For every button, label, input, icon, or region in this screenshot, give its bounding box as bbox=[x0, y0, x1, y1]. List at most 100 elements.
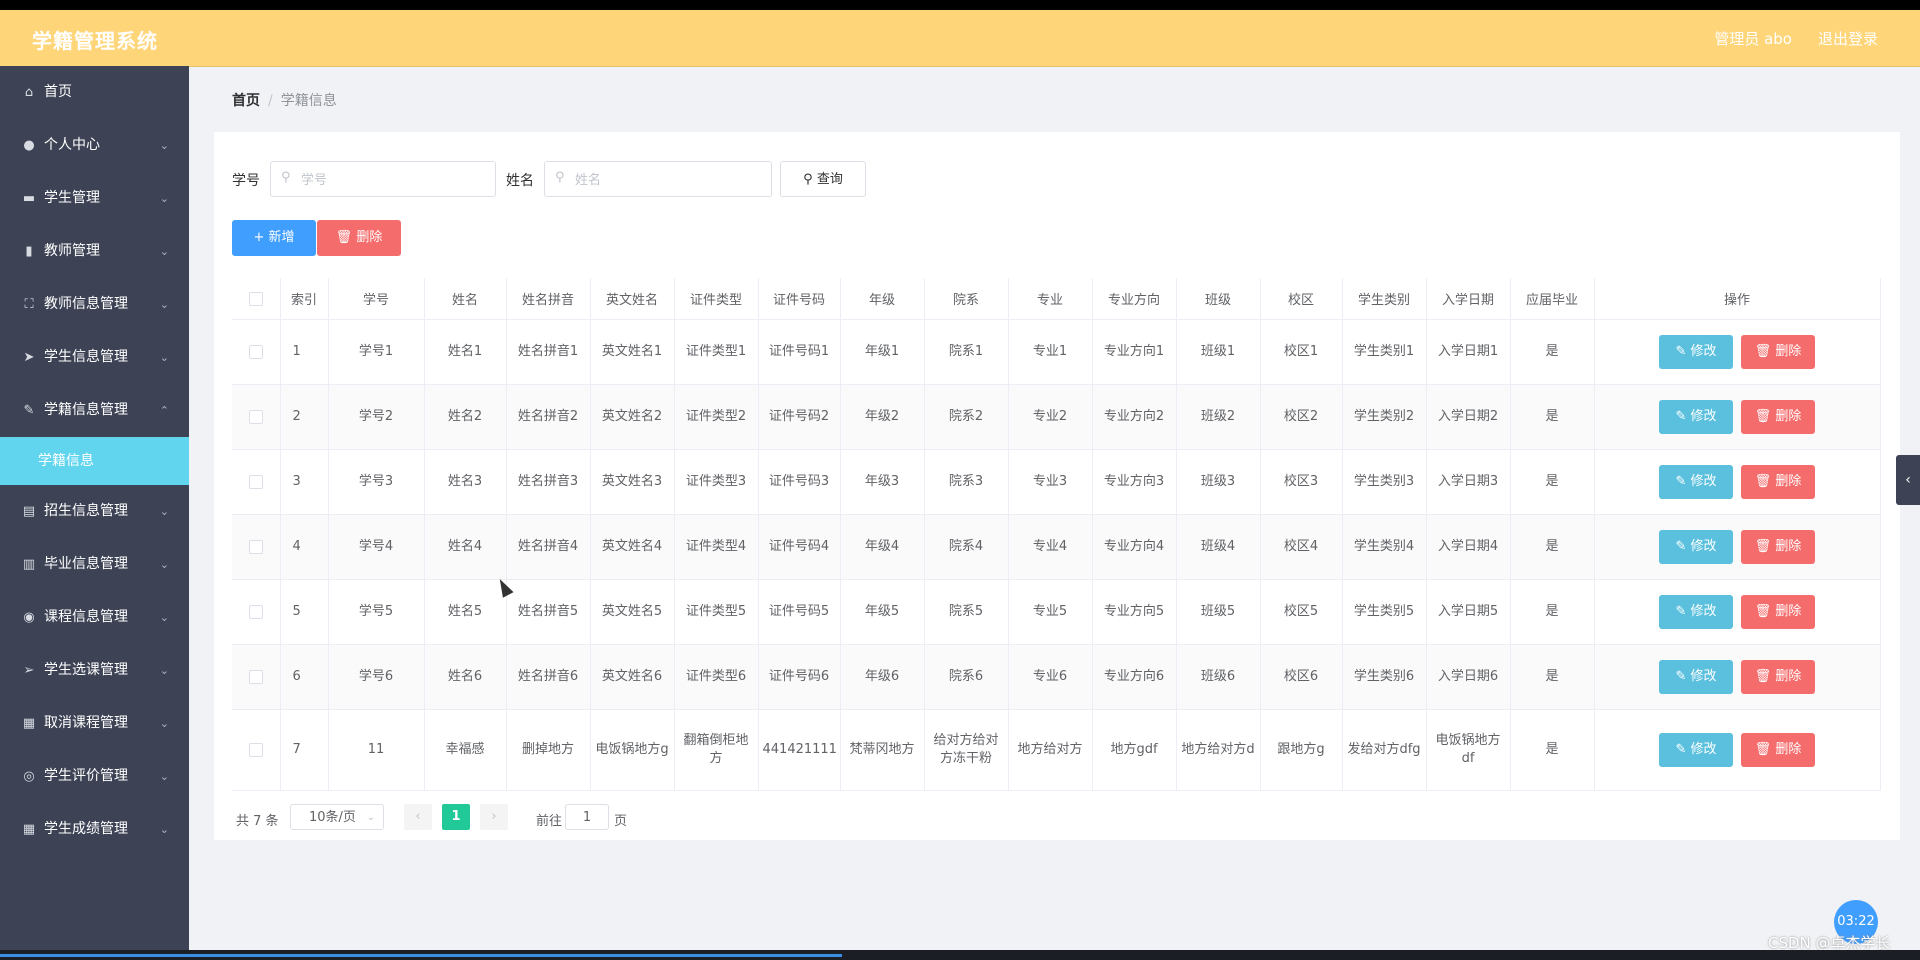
sidebar-item-4[interactable]: ⛶ 教师信息管理 ⌄ bbox=[0, 278, 189, 331]
column-header: 学生类别 bbox=[1342, 278, 1427, 320]
trash-icon: 🗑 bbox=[1754, 742, 1772, 757]
table-cell: 专业6 bbox=[1008, 644, 1093, 710]
sidebar-item-5[interactable]: ➤ 学生信息管理 ⌄ bbox=[0, 331, 189, 384]
edit-button[interactable]: ✎ 修改 bbox=[1659, 530, 1733, 564]
column-header: 姓名拼音 bbox=[506, 278, 591, 320]
delete-button[interactable]: 🗑 删除 bbox=[1741, 733, 1815, 767]
name-input-box[interactable]: ⚲ bbox=[544, 161, 772, 197]
trash-icon: 🗑 bbox=[1754, 539, 1772, 554]
column-header: 操作 bbox=[1594, 278, 1881, 320]
sidebar-item-12[interactable]: ◎ 学生评价管理 ⌄ bbox=[0, 750, 189, 803]
logout-link[interactable]: 退出登录 bbox=[1818, 28, 1878, 49]
row-checkbox[interactable] bbox=[248, 474, 263, 489]
edit-button-label: 修改 bbox=[1690, 344, 1717, 359]
breadcrumb: 首页 / 学籍信息 bbox=[232, 90, 337, 110]
table-cell: 院系2 bbox=[924, 384, 1009, 450]
add-button[interactable]: + 新增 bbox=[232, 220, 316, 256]
sidebar-item-3[interactable]: ▮ 教师管理 ⌄ bbox=[0, 225, 189, 278]
edit-button[interactable]: ✎ 修改 bbox=[1659, 465, 1733, 499]
sidebar-item-0[interactable]: ⌂ 首页 bbox=[0, 66, 189, 119]
table-cell: 证件类型6 bbox=[674, 644, 759, 710]
total-count: 共 7 条 bbox=[236, 814, 279, 829]
name-input[interactable] bbox=[573, 168, 757, 192]
edit-button[interactable]: ✎ 修改 bbox=[1659, 400, 1733, 434]
chevron-left-icon[interactable]: ‹ bbox=[1896, 455, 1920, 505]
sidebar-item-1[interactable]: ● 个人中心 ⌄ bbox=[0, 119, 189, 172]
search-icon: ⚲ bbox=[281, 170, 291, 185]
delete-button[interactable]: 🗑 删除 bbox=[1741, 400, 1815, 434]
pencil-icon: ✎ bbox=[1675, 669, 1687, 684]
table-cell: 学号6 bbox=[328, 644, 425, 710]
table-cell: 院系4 bbox=[924, 514, 1009, 580]
sidebar-item-8[interactable]: ▥ 毕业信息管理 ⌄ bbox=[0, 538, 189, 591]
column-header: 英文姓名 bbox=[590, 278, 675, 320]
row-select-cell bbox=[232, 384, 281, 450]
pencil-icon: ✎ bbox=[1675, 742, 1687, 757]
row-checkbox[interactable] bbox=[248, 344, 263, 359]
table-row: 4 学号4 姓名4 姓名拼音4 英文姓名4 证件类型4 证件号码4 年级4 院系4 专业4 专业方向… bbox=[232, 514, 1881, 580]
table-cell: 是 bbox=[1510, 449, 1595, 515]
prev-page-button[interactable]: ‹ bbox=[404, 804, 432, 830]
sidebar-item-label: 招生信息管理 bbox=[44, 503, 128, 519]
table-cell: 删掉地方 bbox=[506, 709, 591, 791]
table-cell: 专业4 bbox=[1008, 514, 1093, 580]
breadcrumb-home[interactable]: 首页 bbox=[232, 93, 260, 109]
row-select-cell bbox=[232, 709, 281, 791]
page-size-select[interactable]: 10条/页 ⌄ bbox=[290, 804, 384, 830]
table-cell: 院系5 bbox=[924, 579, 1009, 645]
student-no-input[interactable] bbox=[299, 168, 483, 192]
pencil-icon: ✎ bbox=[1675, 474, 1687, 489]
table-cell: 电饭锅地方g bbox=[590, 709, 675, 791]
edit-button[interactable]: ✎ 修改 bbox=[1659, 660, 1733, 694]
row-checkbox[interactable] bbox=[248, 604, 263, 619]
delete-button[interactable]: 🗑 删除 bbox=[1741, 465, 1815, 499]
page-number-1[interactable]: 1 bbox=[442, 804, 470, 830]
row-checkbox[interactable] bbox=[248, 742, 263, 757]
delete-button[interactable]: 🗑 删除 bbox=[1741, 530, 1815, 564]
table-cell: 年级1 bbox=[840, 319, 925, 385]
sidebar-menu: ⌂ 首页 ● 个人中心 ⌄ ▬ 学生管理 ⌄ ▮ 教师管理 ⌄ ⛶ 教师信息管理 ⌄ ➤ 学生信息管理 ⌄ ✎ 学籍… bbox=[0, 66, 189, 950]
video-progress-bar[interactable] bbox=[0, 950, 1920, 960]
sidebar-item-7[interactable]: ▤ 招生信息管理 ⌄ bbox=[0, 485, 189, 538]
chevron-down-icon: ⌄ bbox=[159, 298, 169, 311]
table-row: 7 11 幸福感 删掉地方 电饭锅地方g 翻箱倒柜地方 441421111 梵蒂冈地方 给对方给… bbox=[232, 709, 1881, 791]
select-all-checkbox[interactable] bbox=[248, 291, 263, 306]
row-checkbox[interactable] bbox=[248, 409, 263, 424]
edit-button[interactable]: ✎ 修改 bbox=[1659, 595, 1733, 629]
table-cell: 是 bbox=[1510, 319, 1595, 385]
sidebar-item-6[interactable]: ✎ 学籍信息管理 ⌃ bbox=[0, 384, 189, 437]
trash-icon: 🗑 bbox=[1754, 669, 1772, 684]
row-select-cell bbox=[232, 449, 281, 515]
table-cell: 班级1 bbox=[1176, 319, 1261, 385]
table-cell: 校区6 bbox=[1260, 644, 1343, 710]
sidebar-item-11[interactable]: ▦ 取消课程管理 ⌄ bbox=[0, 697, 189, 750]
sidebar-item-10[interactable]: ➢ 学生选课管理 ⌄ bbox=[0, 644, 189, 697]
row-checkbox[interactable] bbox=[248, 539, 263, 554]
table-cell: 证件类型5 bbox=[674, 579, 759, 645]
row-checkbox[interactable] bbox=[248, 669, 263, 684]
table-cell: 班级5 bbox=[1176, 579, 1261, 645]
table-cell: 是 bbox=[1510, 644, 1595, 710]
edit-button[interactable]: ✎ 修改 bbox=[1659, 733, 1733, 767]
edit-button[interactable]: ✎ 修改 bbox=[1659, 335, 1733, 369]
table-cell: 6 bbox=[280, 644, 329, 710]
goto-page-input[interactable]: 1 bbox=[565, 804, 609, 830]
sidebar-item-2[interactable]: ▬ 学生管理 ⌄ bbox=[0, 172, 189, 225]
delete-button[interactable]: 🗑 删除 bbox=[1741, 660, 1815, 694]
table-cell: 11 bbox=[328, 709, 425, 791]
table-cell: 电饭锅地方df bbox=[1426, 709, 1511, 791]
sidebar-item-13[interactable]: ▦ 学生成绩管理 ⌄ bbox=[0, 803, 189, 856]
sidebar-item-9[interactable]: ◉ 课程信息管理 ⌄ bbox=[0, 591, 189, 644]
table-cell: 英文姓名1 bbox=[590, 319, 675, 385]
sidebar-subitem-student-record[interactable]: 学籍信息 bbox=[0, 437, 189, 485]
next-page-button[interactable]: › bbox=[480, 804, 508, 830]
table-cell: 年级2 bbox=[840, 384, 925, 450]
student-no-input-box[interactable]: ⚲ bbox=[270, 161, 496, 197]
table-cell: 幸福感 bbox=[424, 709, 507, 791]
delete-button[interactable]: 🗑 删除 bbox=[1741, 595, 1815, 629]
query-button[interactable]: ⚲ 查询 bbox=[780, 161, 866, 197]
delete-button[interactable]: 🗑 删除 bbox=[1741, 335, 1815, 369]
menu-icon: ◎ bbox=[23, 769, 35, 784]
batch-delete-button[interactable]: 🗑 删除 bbox=[317, 220, 401, 256]
table-cell: 姓名拼音4 bbox=[506, 514, 591, 580]
